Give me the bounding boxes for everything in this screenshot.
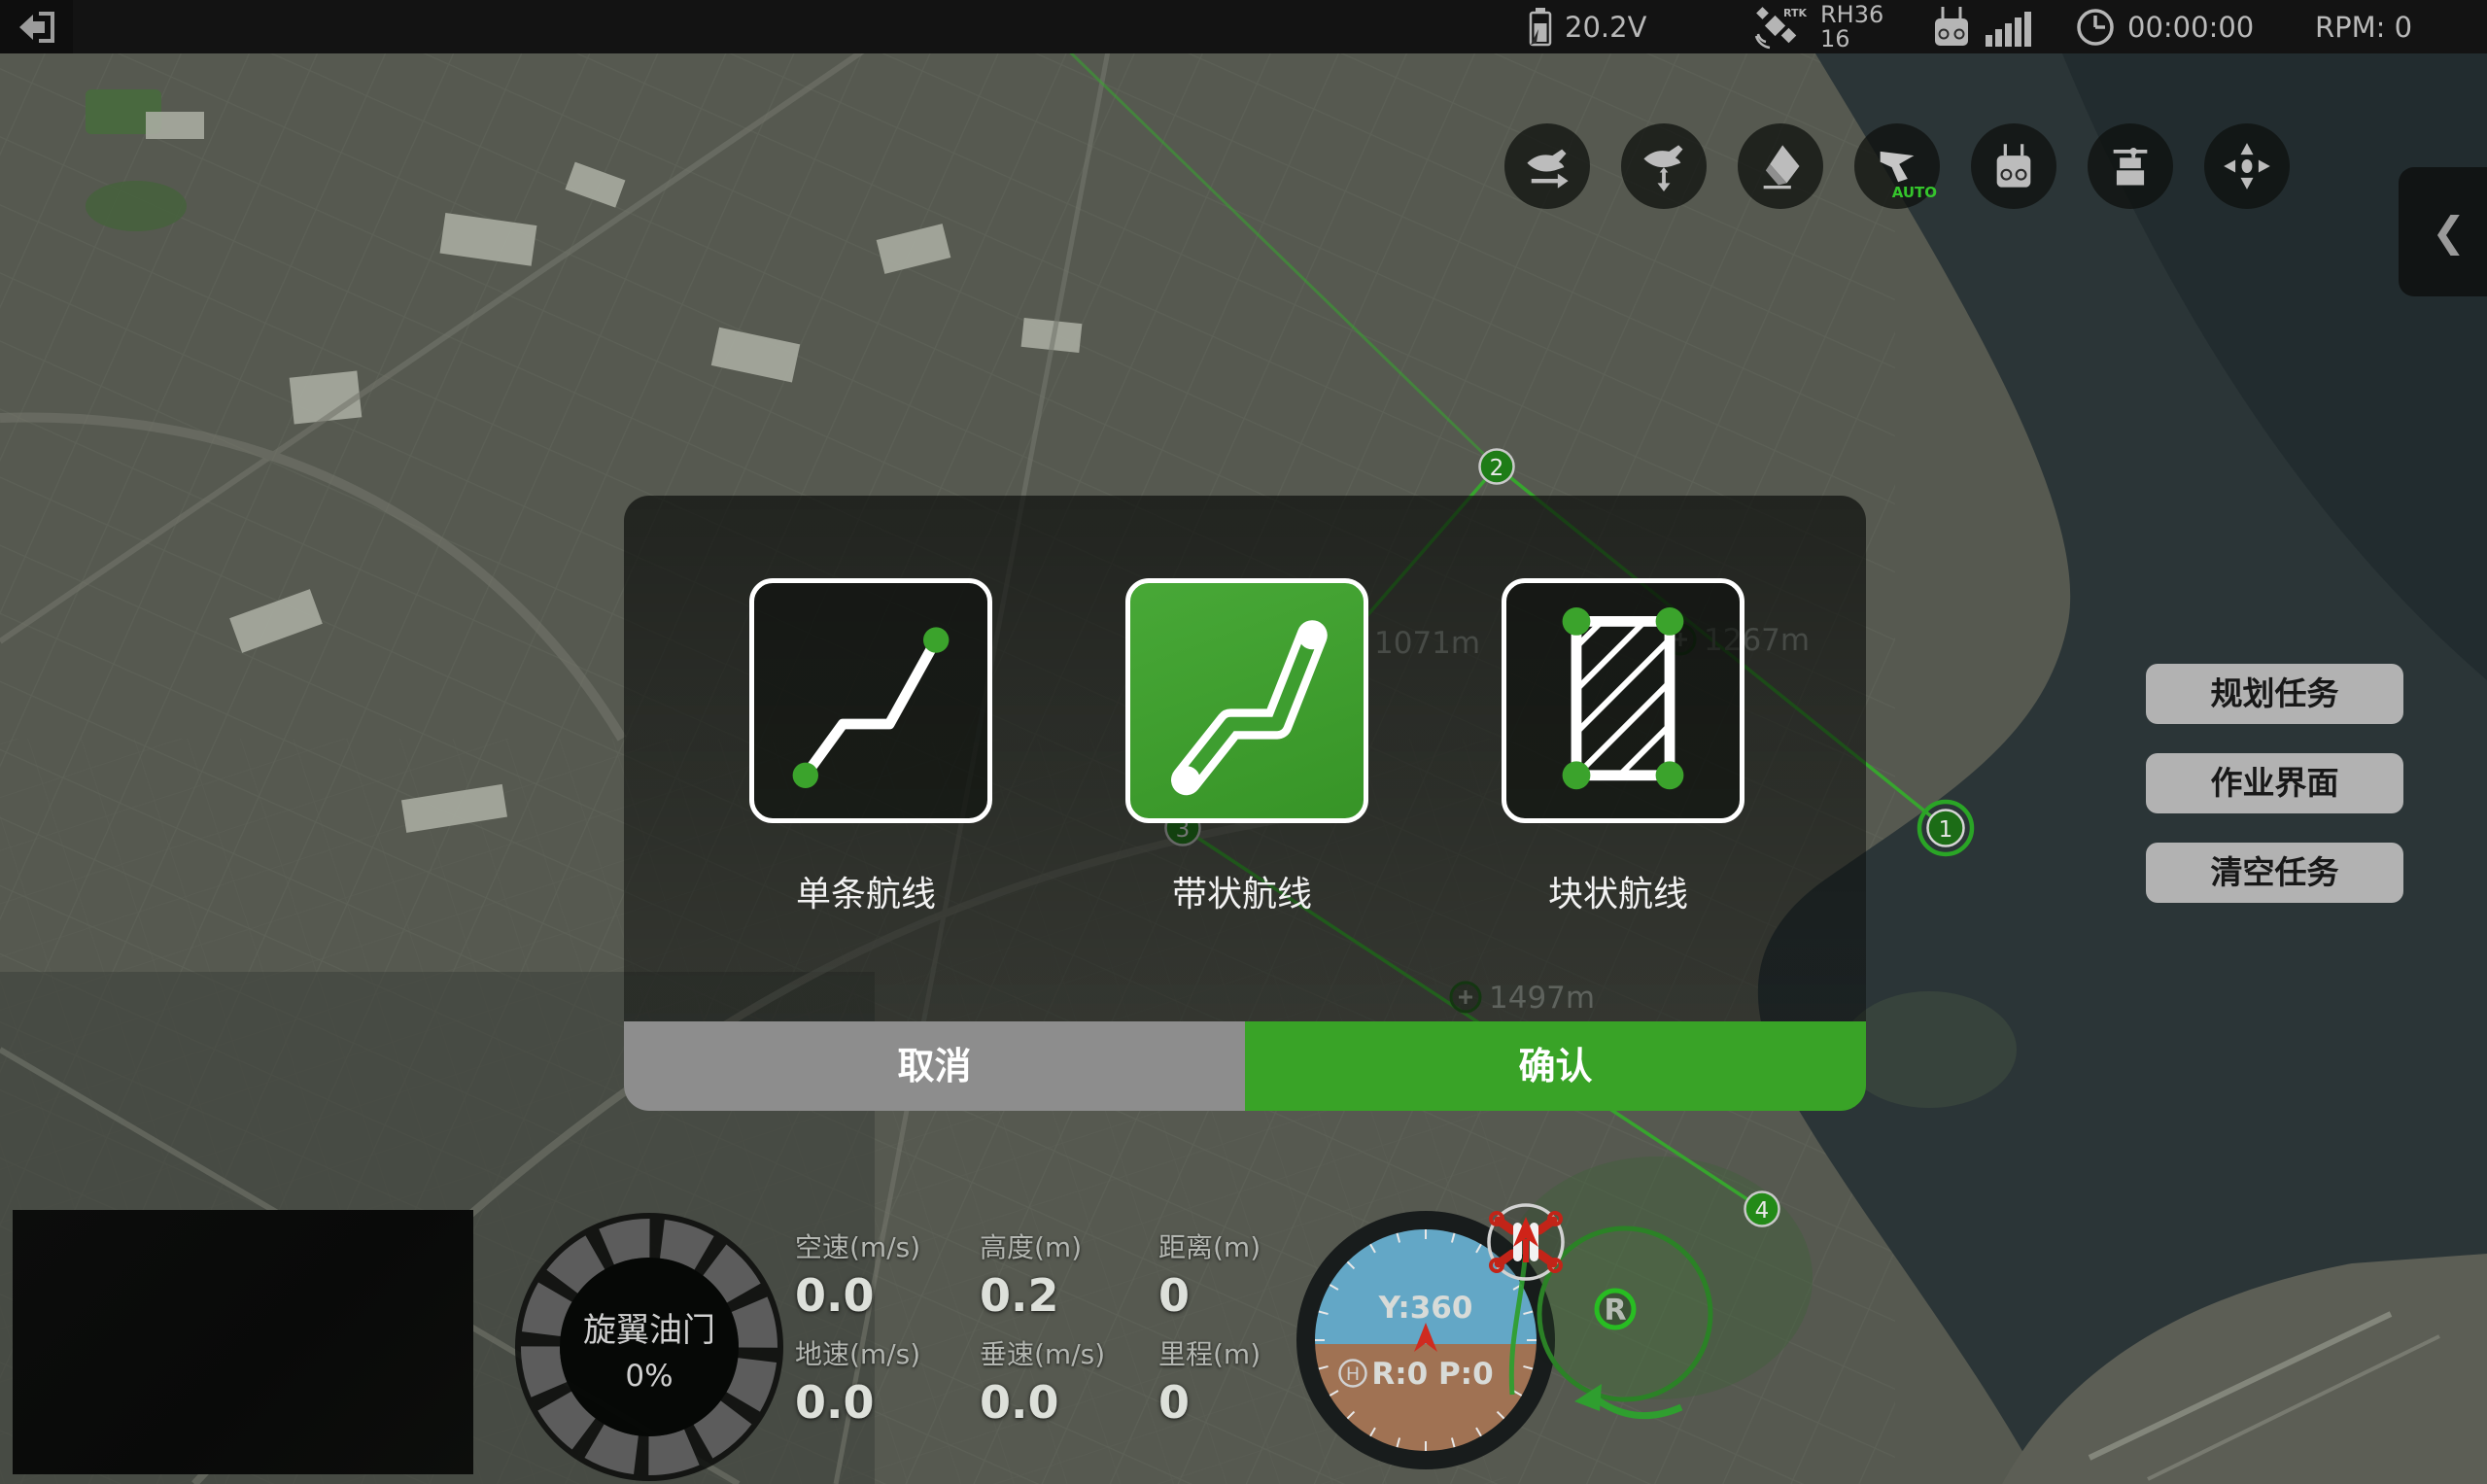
metric-label: 垂速(m/s)	[980, 1333, 1105, 1372]
metric-value: 0.0	[795, 1376, 920, 1429]
route-label-block: 块状航线	[1497, 866, 1740, 916]
plane-landing-icon	[1639, 141, 1689, 191]
route-card-block[interactable]	[1502, 578, 1744, 823]
confirm-button[interactable]: 确认	[1245, 1021, 1866, 1111]
work-interface-button[interactable]: 作业界面	[2146, 753, 2403, 813]
metric-label: 空速(m/s)	[795, 1226, 920, 1265]
toolbar-pan-move-button[interactable]	[2204, 123, 2290, 209]
exit-arrow-icon	[16, 8, 58, 47]
metric-label: 高度(m)	[980, 1226, 1082, 1265]
back-button[interactable]	[0, 0, 73, 53]
metric-value: 0.2	[980, 1269, 1082, 1322]
rtk-station-id: RH36	[1820, 3, 1883, 27]
svg-text:R: R	[1604, 1294, 1626, 1328]
block-route-icon	[1506, 583, 1740, 818]
toolbar-eraser-button[interactable]	[1738, 123, 1823, 209]
toolbar-plane-landing-button[interactable]	[1621, 123, 1707, 209]
plan-mission-button[interactable]: 规划任务	[2146, 664, 2403, 724]
waypoint-number: 1	[1939, 817, 1953, 843]
link-signal-status	[1929, 0, 2034, 53]
band-route-icon	[1130, 583, 1364, 818]
auto-mode-label: AUTO	[1892, 184, 1937, 201]
chevron-left-icon: ❮	[2432, 208, 2466, 256]
pan-move-icon	[2222, 141, 2272, 191]
rtk-satellite-icon: RTK	[1754, 5, 1809, 50]
radius-badge[interactable]: R	[1597, 1291, 1634, 1328]
eraser-icon	[1755, 141, 1806, 191]
throttle-gauge: 旋翼油门 0%	[513, 1211, 785, 1483]
battery-voltage: 20.2V	[1565, 11, 1646, 44]
waypoint-2[interactable]: 2	[1480, 450, 1514, 484]
plane-forward-icon	[1522, 141, 1572, 191]
app-window: 1071m 1267m 1497m 1 2 3 4	[0, 0, 2487, 1484]
rpm-value: RPM: 0	[2315, 11, 2412, 44]
metric-label: 地速(m/s)	[795, 1333, 920, 1372]
throttle-value: 0%	[625, 1359, 673, 1394]
clock-icon	[2075, 7, 2116, 48]
route-type-dialog: 单条航线 带状航线 块状航线 取消 确认	[624, 496, 1866, 1111]
route-line-offscreen	[1022, 6, 1497, 466]
route-card-single-line[interactable]	[749, 578, 992, 823]
waypoint-number: 2	[1490, 456, 1504, 481]
route-label-band: 带状航线	[1121, 866, 1364, 916]
metric-verticalspeed: 垂速(m/s) 0.0	[980, 1333, 1105, 1429]
metric-groundspeed: 地速(m/s) 0.0	[795, 1333, 920, 1429]
layers-stack-icon	[2105, 141, 2156, 191]
signal-bars-icon	[1986, 8, 2034, 47]
metric-value: 0.0	[795, 1269, 920, 1322]
toolbar-plane-forward-button[interactable]	[1504, 123, 1590, 209]
waypoint-1[interactable]: 1	[1919, 802, 1972, 854]
flight-time-status: 00:00:00	[2075, 0, 2254, 53]
side-panel-collapse-tab[interactable]: ❮	[2399, 167, 2487, 296]
route-label-single-line: 单条航线	[744, 866, 987, 916]
metric-altitude: 高度(m) 0.2	[980, 1226, 1082, 1322]
toolbar-auto-pointer-button[interactable]: AUTO	[1854, 123, 1940, 209]
rtk-satellite-count: 16	[1820, 27, 1883, 52]
single-line-route-icon	[754, 583, 987, 818]
throttle-label: 旋翼油门	[583, 1311, 715, 1350]
toolbar-layers-stack-button[interactable]	[2088, 123, 2173, 209]
drone-marker[interactable]	[1489, 1205, 1563, 1279]
metric-value: 0.0	[980, 1376, 1105, 1429]
toolbar-remote-controller-button[interactable]	[1971, 123, 2056, 209]
rpm-status: RPM: 0	[2315, 0, 2412, 53]
battery-icon	[1528, 8, 1553, 47]
rtk-status: RTK RH36 16	[1754, 0, 1883, 53]
clear-mission-button[interactable]: 清空任务	[2146, 843, 2403, 903]
remote-controller-icon	[1988, 141, 2039, 191]
cancel-button[interactable]: 取消	[624, 1021, 1245, 1111]
remote-controller-icon	[1929, 5, 1974, 50]
flight-time-value: 00:00:00	[2127, 11, 2254, 44]
drone-map-overlay: R	[1244, 1147, 1788, 1484]
route-card-band[interactable]	[1125, 578, 1368, 823]
battery-status: 20.2V	[1528, 0, 1646, 53]
video-feed[interactable]	[13, 1210, 473, 1474]
metric-airspeed: 空速(m/s) 0.0	[795, 1226, 920, 1322]
svg-text:RTK: RTK	[1783, 7, 1807, 19]
